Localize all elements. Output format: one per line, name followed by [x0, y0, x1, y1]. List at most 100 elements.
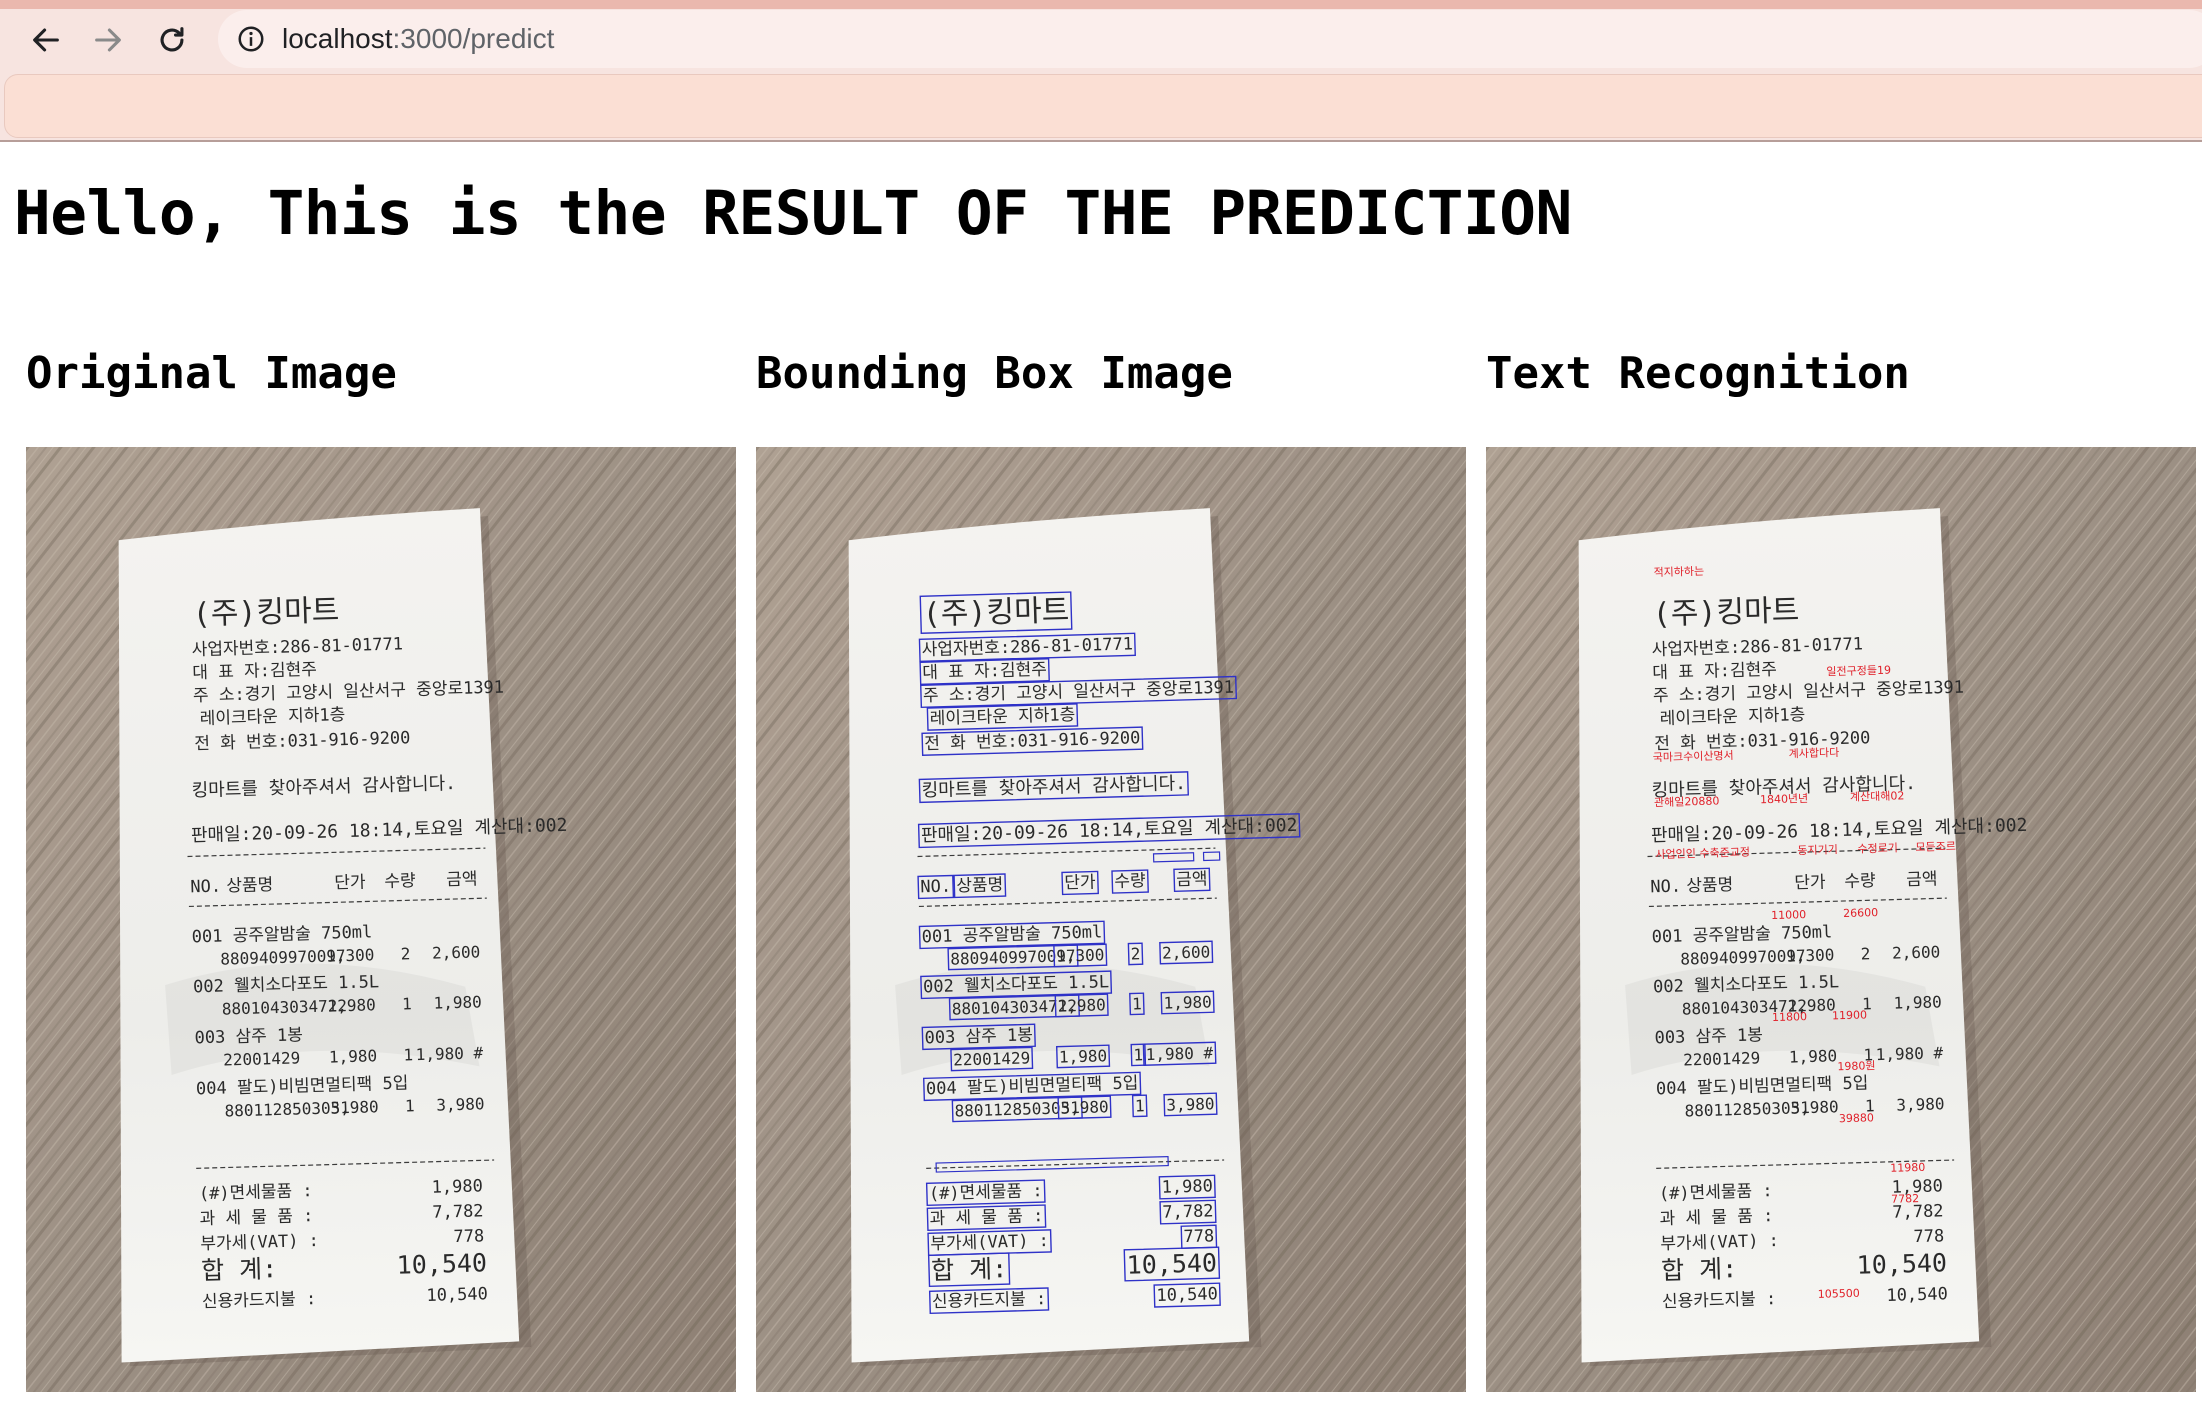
text-recognition-image: (주)킹마트사업자번호:286-81-01771대 표 자:김현주주 소:경기 … [1486, 447, 2196, 1392]
reload-button[interactable] [146, 16, 198, 64]
ocr-label: 적지하하는 [1653, 564, 1704, 579]
receipt-total-value: 778 [1183, 1226, 1214, 1247]
receipt-grand-total-label: 합 계: [931, 1254, 1008, 1285]
column-heading: Original Image [26, 348, 397, 399]
receipt-item-qty: 1 [1132, 994, 1142, 1013]
ocr-label: 계사합다다 [1789, 746, 1840, 760]
receipt-grand-total-value: 10,540 [1856, 1248, 1947, 1280]
receipt-total-value: 1,980 [1161, 1176, 1213, 1197]
receipt-item-price: 1,980 [329, 1046, 378, 1066]
tab-strip-edge [0, 0, 2202, 9]
receipt-total-label: 부가세(VAT) : [930, 1231, 1049, 1254]
receipt-total-label: (#)면세물품 : [1659, 1181, 1773, 1204]
receipt-total-value: 7,782 [1162, 1201, 1214, 1222]
receipt-header-amount: 금액 [1176, 869, 1208, 890]
receipt-item-code: 22001429 [1683, 1048, 1761, 1069]
receipt-card-label: 신용카드지불 : [1662, 1289, 1777, 1312]
ocr-label: 105500 [1818, 1287, 1860, 1301]
receipt-item-price: 1,980 [1057, 995, 1106, 1015]
receipt-item-amount: 1,980 # [415, 1043, 483, 1064]
receipt-item-amount: 1,980 [1893, 992, 1942, 1012]
ocr-label: 동지기기 [1797, 843, 1838, 857]
receipt-item-name: 003 삼주 1봉 [924, 1025, 1033, 1048]
receipt-total-label: 부가세(VAT) : [1660, 1231, 1779, 1254]
ocr-label: 계산대해02 [1850, 788, 1905, 804]
receipt-grand-total-label: 합 계: [1661, 1254, 1738, 1285]
receipt-item-price: 1,300 [326, 945, 375, 965]
ocr-label: 일전구정들19 [1826, 663, 1891, 679]
receipt-item-price: 1,980 [1059, 1046, 1108, 1066]
receipt-item-amount: 3,980 [1166, 1094, 1215, 1114]
receipt-item-name: 003 삼주 1봉 [194, 1025, 303, 1048]
receipt-item-code: 22001429 [223, 1048, 301, 1069]
receipt-card-label: 신용카드지불 : [932, 1289, 1047, 1312]
receipt-item-price: 3,980 [1060, 1097, 1109, 1117]
receipt-card-value: 10,540 [1156, 1284, 1218, 1306]
ocr-label: 수정로기 [1857, 841, 1898, 855]
receipt-header-amount: 금액 [446, 869, 478, 890]
address-bar[interactable]: localhost:3000/predict [218, 10, 2202, 68]
column-heading: Bounding Box Image [756, 348, 1233, 399]
receipt-item-price: 1,300 [1786, 945, 1835, 965]
forward-button[interactable] [82, 16, 134, 64]
ocr-label: 11900 [1832, 1008, 1867, 1022]
column-original: Original Image (주)킹마트 사업자번호:286-81-01771 대… [26, 348, 736, 1392]
ocr-label: 11000 [1771, 908, 1806, 922]
receipt-item-amount: 1,980 [1163, 992, 1212, 1012]
receipt-item-qty: 1 [403, 1045, 413, 1064]
reload-icon [160, 27, 184, 52]
ocr-label: 11800 [1772, 1010, 1807, 1024]
receipt-item-qty: 2 [1130, 944, 1140, 963]
url-text[interactable]: localhost:3000/predict [282, 23, 554, 55]
receipt-address-line2: 레이크타운 지하1층 [1659, 705, 1805, 729]
receipt-total-value: 1,980 [431, 1176, 483, 1197]
receipt-grand-total-value: 10,540 [1126, 1248, 1217, 1280]
column-text-recognition: Text Recognition (주)킹마트 사업자번호:286-81-0177… [1486, 348, 2196, 1392]
forward-arrow-icon [95, 28, 121, 52]
ocr-label: 모든조르 [1915, 840, 1956, 854]
receipt-item-price: 1,300 [1056, 945, 1105, 965]
receipt-store-name: (주)킹마트 [922, 593, 1069, 632]
receipt-card-value: 10,540 [1886, 1284, 1948, 1306]
original-image: (주)킹마트사업자번호:286-81-01771대 표 자:김현주주 소:경기 … [26, 447, 736, 1392]
receipt-item-amount: 1,980 # [1145, 1043, 1213, 1064]
receipt-store-name: (주)킹마트 [192, 593, 339, 632]
column-heading: Text Recognition [1486, 348, 1910, 399]
receipt-item-price: 3,980 [1790, 1097, 1839, 1117]
receipt-item-amount: 3,980 [1896, 1094, 1945, 1114]
receipt-header-amount: 금액 [1906, 869, 1938, 890]
receipt-item-qty: 2 [1860, 944, 1870, 963]
receipt-item-price: 3,980 [330, 1097, 379, 1117]
receipt-header-price: 단가 [1064, 872, 1096, 893]
receipt-item-qty: 1 [1135, 1096, 1145, 1115]
receipt-total-value: 7,782 [432, 1201, 484, 1222]
receipt-item-code: 22001429 [953, 1048, 1031, 1069]
receipt-total-label: (#)면세물품 : [929, 1181, 1043, 1204]
back-arrow-icon [33, 28, 59, 52]
bookmarks-bar [4, 74, 2202, 138]
receipt-store-name: (주)킹마트 [1652, 593, 1799, 632]
receipt-address-line2: 레이크타운 지하1층 [199, 705, 345, 729]
receipt-header-price: 단가 [1794, 872, 1826, 893]
receipt-item-amount: 1,980 # [1875, 1043, 1943, 1064]
receipt-item-qty: 2 [400, 944, 410, 963]
column-bounding-box: Bounding Box Image (주)킹마트 사업자번호:286-81-01… [756, 348, 1466, 1392]
receipt-header-qty: 수량 [384, 871, 416, 892]
receipt-owner: 대 표 자:김현주 [922, 660, 1047, 683]
receipt-total-label: 과 세 물 품 : [929, 1206, 1043, 1229]
ocr-label: 1840년년 [1760, 792, 1809, 806]
receipt-item-amount: 1,980 [433, 992, 482, 1012]
receipt-grand-total-label: 합 계: [201, 1254, 278, 1285]
ocr-label: 1980원 [1837, 1059, 1875, 1073]
receipt-address-line2: 레이크타운 지하1층 [929, 705, 1075, 729]
page-title: Hello, This is the RESULT OF THE PREDICT… [14, 178, 1572, 249]
receipt-item-amount: 3,980 [436, 1094, 485, 1114]
info-icon[interactable] [236, 24, 266, 54]
back-button[interactable] [20, 16, 72, 64]
receipt-owner: 대 표 자:김현주 [192, 660, 317, 683]
receipt-item-qty: 1 [405, 1096, 415, 1115]
ocr-label: 11980 [1890, 1161, 1925, 1175]
receipt-item-qty: 1 [402, 994, 412, 1013]
url-path: :3000/predict [392, 23, 555, 54]
receipt-item-amount: 2,600 [1892, 942, 1941, 962]
